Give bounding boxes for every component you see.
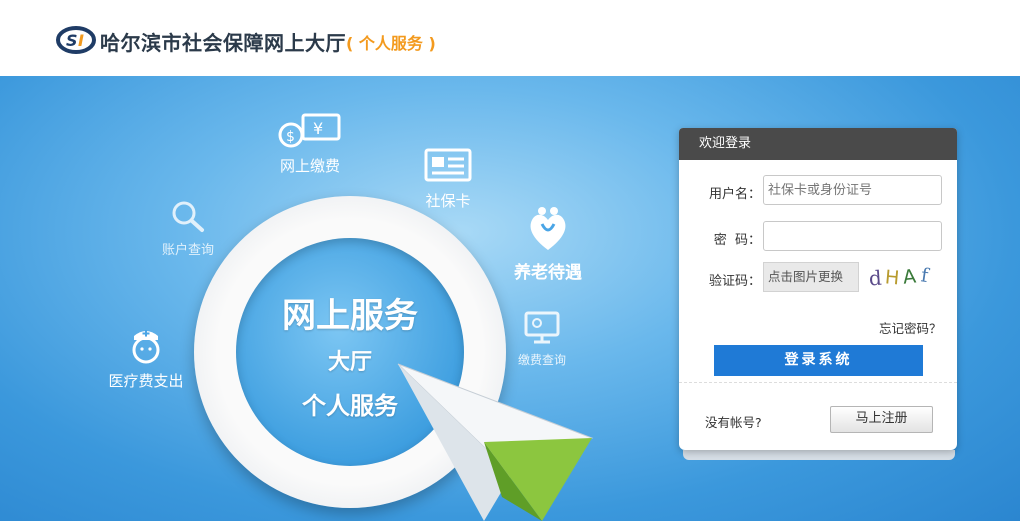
username-input[interactable]: [763, 175, 942, 205]
password-label: 密 码：: [713, 233, 761, 248]
login-header: 欢迎登录: [679, 128, 957, 160]
feature-account-query[interactable]: 账户查询: [152, 199, 224, 258]
ring-line-2: 大厅: [327, 350, 372, 375]
captcha-image[interactable]: d H A f: [863, 262, 943, 292]
login-panel-shadow: [683, 450, 955, 460]
captcha-char: f: [920, 264, 932, 287]
feature-label: 养老待遇: [514, 263, 582, 283]
feature-online-payment[interactable]: ¥ $ 网上缴费: [270, 113, 350, 176]
feature-label: 医疗费支出: [108, 372, 184, 390]
captcha-label: 验证码：: [708, 274, 761, 289]
feature-medical-expense[interactable]: 医疗费支出: [104, 326, 188, 391]
card-icon: [424, 148, 472, 182]
site-header: S I 哈尔滨市社会保障网上大厅 ( 个人服务 ): [0, 0, 1020, 76]
register-button[interactable]: 马上注册: [830, 406, 933, 433]
captcha-char: H: [884, 266, 900, 289]
feature-label: 社保卡: [425, 192, 471, 210]
money-icon: ¥ $: [278, 113, 341, 148]
login-button[interactable]: 登录系统: [714, 345, 923, 376]
login-panel: 欢迎登录 用户名： 密 码： 验证码： 点击图片更换 d H A f 忘记密码？…: [679, 128, 957, 450]
password-row: 密 码：: [679, 221, 957, 253]
svg-text:S: S: [66, 31, 78, 50]
svg-text:I: I: [78, 31, 84, 50]
search-icon: [172, 201, 204, 232]
captcha-row: 验证码： 点击图片更换 d H A f: [679, 262, 957, 294]
screen-icon: [524, 311, 560, 344]
password-input[interactable]: [763, 221, 942, 251]
site-logo[interactable]: S I: [56, 26, 96, 54]
captcha-char: d: [868, 266, 883, 291]
site-title: 哈尔滨市社会保障网上大厅: [100, 31, 346, 55]
no-account-text: 没有帐号?: [705, 415, 762, 430]
forgot-password-link[interactable]: 忘记密码？: [879, 318, 942, 337]
feature-pension[interactable]: 养老待遇: [502, 206, 594, 283]
username-row: 用户名：: [679, 175, 957, 207]
heart-people-icon: [530, 207, 566, 250]
svg-text:$: $: [286, 129, 295, 145]
feature-label: 账户查询: [161, 243, 214, 258]
site-subtitle: ( 个人服务 ): [346, 34, 436, 53]
captcha-char: A: [902, 266, 917, 289]
paper-plane-graphic: [397, 363, 594, 521]
login-divider: [679, 382, 957, 383]
username-label: 用户名：: [708, 187, 761, 202]
captcha-input[interactable]: 点击图片更换: [763, 262, 859, 292]
nurse-icon: [132, 330, 160, 364]
feature-social-card[interactable]: 社保卡: [416, 148, 480, 211]
svg-text:¥: ¥: [313, 119, 323, 138]
ring-title: 网上服务: [282, 296, 418, 336]
feature-payment-query[interactable]: 缴费查询: [510, 311, 574, 368]
feature-label: 网上缴费: [279, 157, 340, 175]
